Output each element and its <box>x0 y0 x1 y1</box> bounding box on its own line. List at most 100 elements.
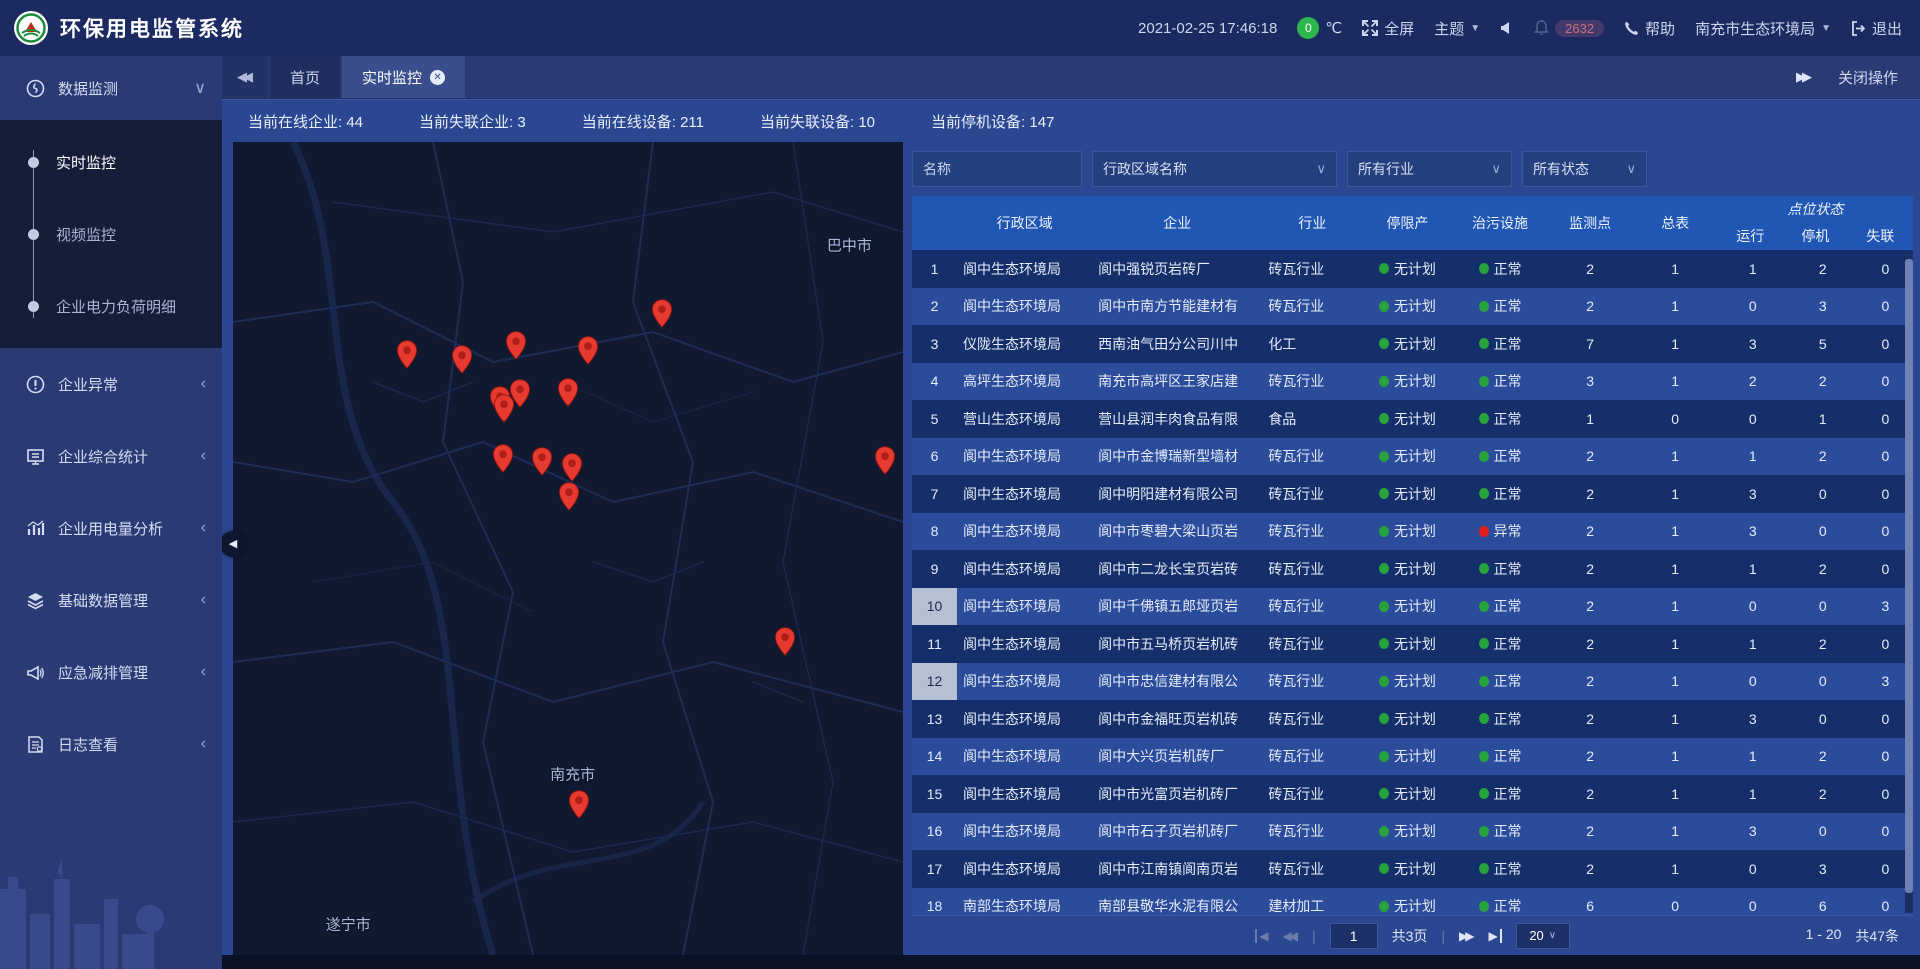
table-row[interactable]: 14 阆中生态环境局 阆中大兴页岩机砖厂 砖瓦行业 无计划 正常 2 1 1 2… <box>912 738 1913 776</box>
map-pin-icon[interactable] <box>568 789 590 819</box>
table-row[interactable]: 3 仪陇生态环境局 西南油气田分公司川中 化工 无计划 正常 7 1 3 5 0 <box>912 325 1913 363</box>
sound-button[interactable] <box>1500 21 1514 35</box>
table-row[interactable]: 1 阆中生态环境局 阆中强锐页岩砖厂 砖瓦行业 无计划 正常 2 1 1 2 0 <box>912 250 1913 288</box>
row-run-cell: 0 <box>1718 400 1788 438</box>
table-row[interactable]: 11 阆中生态环境局 阆中市五马桥页岩机砖 砖瓦行业 无计划 正常 2 1 1 … <box>912 625 1913 663</box>
sidebar-subitem-realtime-monitor[interactable]: 实时监控 <box>0 126 222 198</box>
row-limit-cell: 无计划 <box>1362 250 1452 288</box>
sidebar-subitem-video-monitor[interactable]: 视频监控 <box>0 198 222 270</box>
column-header-meters: 总表 <box>1633 196 1718 250</box>
tab-realtime-monitor[interactable]: 实时监控 ✕ <box>342 56 465 98</box>
facility-status-dot <box>1479 376 1489 387</box>
next-page-button[interactable]: ▶▶ <box>1459 929 1474 943</box>
speaker-icon <box>1500 21 1514 35</box>
sidebar-item-enterprise-statistics[interactable]: 企业综合统计 ‹ <box>0 420 222 492</box>
row-points-cell: 7 <box>1548 325 1633 363</box>
row-number-cell: 4 <box>912 363 957 401</box>
last-page-button[interactable]: ▶ <box>1489 929 1502 943</box>
row-points-cell: 2 <box>1548 250 1633 288</box>
close-operations-button[interactable]: 关闭操作 <box>1838 67 1898 88</box>
sidebar-item-base-data[interactable]: 基础数据管理 ‹ <box>0 564 222 636</box>
row-company-cell: 阆中市五马桥页岩机砖 <box>1092 625 1262 663</box>
limit-status-dot <box>1379 826 1389 837</box>
map-pin-icon[interactable] <box>577 336 599 366</box>
region-select[interactable]: 行政区域名称∨ <box>1092 151 1337 187</box>
row-points-cell: 2 <box>1548 850 1633 888</box>
org-dropdown[interactable]: 南充市生态环境局▼ <box>1695 18 1831 39</box>
table-row[interactable]: 17 阆中生态环境局 阆中市江南镇阆南页岩 砖瓦行业 无计划 正常 2 1 0 … <box>912 850 1913 888</box>
row-industry-cell: 食品 <box>1262 400 1362 438</box>
table-row[interactable]: 18 南部生态环境局 南部县敬华水泥有限公 建材加工 无计划 正常 6 0 0 … <box>912 888 1913 916</box>
map-pin-icon[interactable] <box>492 444 514 474</box>
row-meters-cell: 1 <box>1633 288 1718 326</box>
sidebar-item-log-view[interactable]: 日志查看 ‹ <box>0 708 222 780</box>
table-row[interactable]: 4 高坪生态环境局 南充市高坪区王家店建 砖瓦行业 无计划 正常 3 1 2 2… <box>912 363 1913 401</box>
status-select[interactable]: 所有状态∨ <box>1522 151 1647 187</box>
table-row[interactable]: 2 阆中生态环境局 阆中市南方节能建材有 砖瓦行业 无计划 正常 2 1 0 3… <box>912 288 1913 326</box>
table-scrollbar[interactable] <box>1905 252 1913 913</box>
prev-page-button[interactable]: ◀◀ <box>1282 929 1297 943</box>
map-pin-icon[interactable] <box>874 445 896 475</box>
row-industry-cell: 砖瓦行业 <box>1262 663 1362 701</box>
sidebar-item-enterprise-abnormal[interactable]: 企业异常 ‹ <box>0 348 222 420</box>
map-pin-icon[interactable] <box>493 393 515 423</box>
tabs-scroll-right-button[interactable]: ▶▶ <box>1796 69 1812 85</box>
map-pin-icon[interactable] <box>774 627 796 657</box>
map-pin-icon[interactable] <box>558 481 580 511</box>
limit-status-dot <box>1379 863 1389 874</box>
facility-status-dot <box>1479 751 1489 762</box>
name-search-input[interactable] <box>912 151 1082 187</box>
facility-status-dot <box>1479 338 1489 349</box>
table-row[interactable]: 10 阆中生态环境局 阆中千佛镇五郎垭页岩 砖瓦行业 无计划 正常 2 1 0 … <box>912 588 1913 626</box>
theme-dropdown[interactable]: 主题▼ <box>1434 18 1480 39</box>
row-number-cell: 3 <box>912 325 957 363</box>
industry-select[interactable]: 所有行业∨ <box>1347 151 1512 187</box>
notifications[interactable]: 2632 <box>1534 20 1604 37</box>
row-points-cell: 2 <box>1548 588 1633 626</box>
map-pin-icon[interactable] <box>531 446 553 476</box>
table-row[interactable]: 13 阆中生态环境局 阆中市金福旺页岩机砖 砖瓦行业 无计划 正常 2 1 3 … <box>912 700 1913 738</box>
table-row[interactable]: 12 阆中生态环境局 阆中市忠信建材有限公 砖瓦行业 无计划 正常 2 1 0 … <box>912 663 1913 701</box>
chevron-left-icon: ‹ <box>201 591 206 609</box>
first-page-button[interactable]: ◀ <box>1255 929 1268 943</box>
app-title: 环保用电监管系统 <box>60 13 244 43</box>
table-row[interactable]: 16 阆中生态环境局 阆中市石子页岩机砖厂 砖瓦行业 无计划 正常 2 1 3 … <box>912 813 1913 851</box>
notification-count-badge: 2632 <box>1555 20 1604 37</box>
sidebar-item-power-analysis[interactable]: 企业用电量分析 ‹ <box>0 492 222 564</box>
chevron-left-icon: ‹ <box>201 519 206 537</box>
sidebar-subitem-power-load-detail[interactable]: 企业电力负荷明细 <box>0 270 222 342</box>
map-pin-icon[interactable] <box>505 331 527 361</box>
sidebar-item-data-monitoring[interactable]: 数据监测 ∨ <box>0 56 222 120</box>
map-pin-icon[interactable] <box>557 377 579 407</box>
bullet-icon <box>28 157 39 168</box>
help-button[interactable]: 帮助 <box>1624 18 1675 39</box>
table-row[interactable]: 5 营山生态环境局 营山县润丰肉食品有限 食品 无计划 正常 1 0 0 1 0 <box>912 400 1913 438</box>
row-limit-cell: 无计划 <box>1362 550 1452 588</box>
fullscreen-button[interactable]: 全屏 <box>1362 18 1414 39</box>
sidebar-item-emergency-reduction[interactable]: 应急减排管理 ‹ <box>0 636 222 708</box>
map-collapse-button[interactable]: ◀ <box>222 531 246 557</box>
map-pin-icon[interactable] <box>561 453 583 483</box>
row-facility-cell: 正常 <box>1452 288 1547 326</box>
logout-button[interactable]: 退出 <box>1851 18 1902 39</box>
table-row[interactable]: 8 阆中生态环境局 阆中市枣碧大梁山页岩 砖瓦行业 无计划 异常 2 1 3 0… <box>912 513 1913 551</box>
map-pin-icon[interactable] <box>396 340 418 370</box>
map-pin-icon[interactable] <box>451 345 473 375</box>
map-pin-icon[interactable] <box>651 298 673 328</box>
layers-icon <box>24 591 46 610</box>
tabs-scroll-left-button[interactable]: ◀◀ <box>222 56 268 98</box>
tab-home[interactable]: 首页 <box>270 56 340 98</box>
scrollbar-thumb[interactable] <box>1905 259 1913 894</box>
table-row[interactable]: 15 阆中生态环境局 阆中市光富页岩机砖厂 砖瓦行业 无计划 正常 2 1 1 … <box>912 775 1913 813</box>
phone-icon <box>1624 21 1639 36</box>
row-run-cell: 3 <box>1718 475 1788 513</box>
page-size-select[interactable]: 20∨ <box>1516 923 1570 949</box>
table-row[interactable]: 6 阆中生态环境局 阆中市金博瑞新型墙材 砖瓦行业 无计划 正常 2 1 1 2… <box>912 438 1913 476</box>
table-row[interactable]: 9 阆中生态环境局 阆中市二龙长宝页岩砖 砖瓦行业 无计划 正常 2 1 1 2… <box>912 550 1913 588</box>
page-number-input[interactable] <box>1330 923 1378 949</box>
row-meters-cell: 1 <box>1633 738 1718 776</box>
tab-close-icon[interactable]: ✕ <box>430 70 445 85</box>
row-run-cell: 1 <box>1718 438 1788 476</box>
table-row[interactable]: 7 阆中生态环境局 阆中明阳建材有限公司 砖瓦行业 无计划 正常 2 1 3 0… <box>912 475 1913 513</box>
map-panel[interactable]: 巴中市南充市遂宁市 ◀ <box>233 142 903 955</box>
